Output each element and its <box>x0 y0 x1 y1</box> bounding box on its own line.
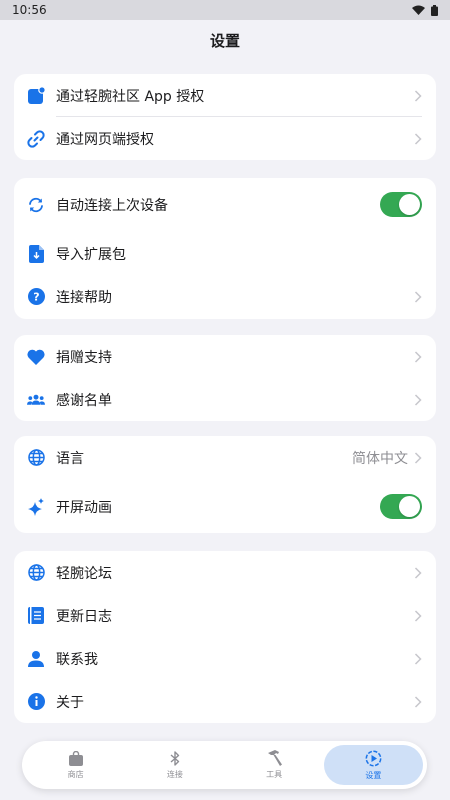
chevron-right-icon <box>414 652 422 665</box>
tab-label: 商店 <box>67 769 84 779</box>
svg-text:?: ? <box>33 291 39 304</box>
row-web-auth[interactable]: 通过网页端授权 <box>14 117 436 160</box>
row-thanks-list[interactable]: 感谢名单 <box>14 378 436 421</box>
row-label: 关于 <box>56 694 84 711</box>
chevron-right-icon <box>414 393 422 406</box>
chevron-right-icon <box>414 350 422 363</box>
language-value: 简体中文 <box>352 450 408 467</box>
wifi-icon <box>412 5 425 15</box>
chevron-right-icon <box>414 89 422 102</box>
tab-connect[interactable]: 连接 <box>125 745 224 785</box>
status-bar: 10:56 <box>0 0 450 20</box>
bluetooth-icon <box>170 750 180 766</box>
auto-connect-toggle[interactable] <box>380 192 422 217</box>
row-label: 捐赠支持 <box>56 349 112 366</box>
tab-label: 工具 <box>266 770 283 779</box>
person-icon <box>27 650 45 668</box>
chevron-right-icon <box>414 566 422 579</box>
help-icon: ? <box>27 288 45 306</box>
globe-icon <box>27 564 45 582</box>
settings-icon <box>365 750 382 766</box>
chevron-right-icon <box>414 695 422 708</box>
row-label: 更新日志 <box>56 608 112 625</box>
row-label: 开屏动画 <box>56 499 112 516</box>
status-time: 10:56 <box>12 3 47 17</box>
row-donate[interactable]: 捐赠支持 <box>14 335 436 378</box>
chevron-right-icon <box>414 290 422 303</box>
sparkle-icon <box>27 497 45 516</box>
bottom-tab-bar: 商店 连接 工具 设置 <box>22 741 427 789</box>
chevron-right-icon <box>414 132 422 145</box>
row-language[interactable]: 语言 简体中文 <box>14 436 436 479</box>
globe-icon <box>27 449 45 467</box>
heart-icon <box>27 348 45 366</box>
page-title: 设置 <box>209 32 240 50</box>
app-badge-icon <box>27 87 45 105</box>
preferences-group: 语言 简体中文 开屏动画 <box>14 436 436 533</box>
battery-icon <box>431 4 438 16</box>
row-import-package[interactable]: 导入扩展包 <box>14 232 436 275</box>
row-contact[interactable]: 联系我 <box>14 637 436 680</box>
row-label: 导入扩展包 <box>56 246 126 263</box>
bag-icon <box>68 750 83 766</box>
row-label: 语言 <box>56 450 84 467</box>
row-label: 通过网页端授权 <box>56 131 154 148</box>
people-icon <box>27 391 45 409</box>
auth-group: 通过轻腕社区 App 授权 通过网页端授权 <box>14 74 436 160</box>
support-group: 捐赠支持 感谢名单 <box>14 335 436 421</box>
about-group: 轻腕论坛 更新日志 联系我 关于 <box>14 551 436 723</box>
info-icon <box>27 693 45 711</box>
connection-group: 自动连接上次设备 导入扩展包 ? 连接帮助 <box>14 178 436 319</box>
chevron-right-icon <box>414 451 422 464</box>
tab-tools[interactable]: 工具 <box>225 745 324 785</box>
chevron-right-icon <box>414 609 422 622</box>
row-label: 轻腕论坛 <box>56 565 112 582</box>
row-auto-connect: 自动连接上次设备 <box>14 183 436 226</box>
row-connection-help[interactable]: ? 连接帮助 <box>14 275 436 318</box>
row-label: 联系我 <box>56 651 98 668</box>
row-forum[interactable]: 轻腕论坛 <box>14 551 436 594</box>
tab-label: 连接 <box>166 769 183 779</box>
sync-icon <box>27 196 45 214</box>
row-changelog[interactable]: 更新日志 <box>14 594 436 637</box>
tab-store[interactable]: 商店 <box>26 745 125 785</box>
file-import-icon <box>27 244 45 263</box>
row-label: 感谢名单 <box>56 392 112 409</box>
link-icon <box>27 129 45 148</box>
row-label: 连接帮助 <box>56 289 112 306</box>
tab-settings[interactable]: 设置 <box>323 745 423 785</box>
row-splash-animation: 开屏动画 <box>14 485 436 528</box>
row-label: 通过轻腕社区 App 授权 <box>56 88 205 105</box>
book-icon <box>27 607 45 625</box>
row-app-auth[interactable]: 通过轻腕社区 App 授权 <box>14 74 436 117</box>
row-label: 自动连接上次设备 <box>56 197 168 214</box>
splash-animation-toggle[interactable] <box>380 494 422 519</box>
tab-label: 设置 <box>365 770 382 780</box>
row-about[interactable]: 关于 <box>14 680 436 723</box>
hammer-icon <box>267 750 282 766</box>
